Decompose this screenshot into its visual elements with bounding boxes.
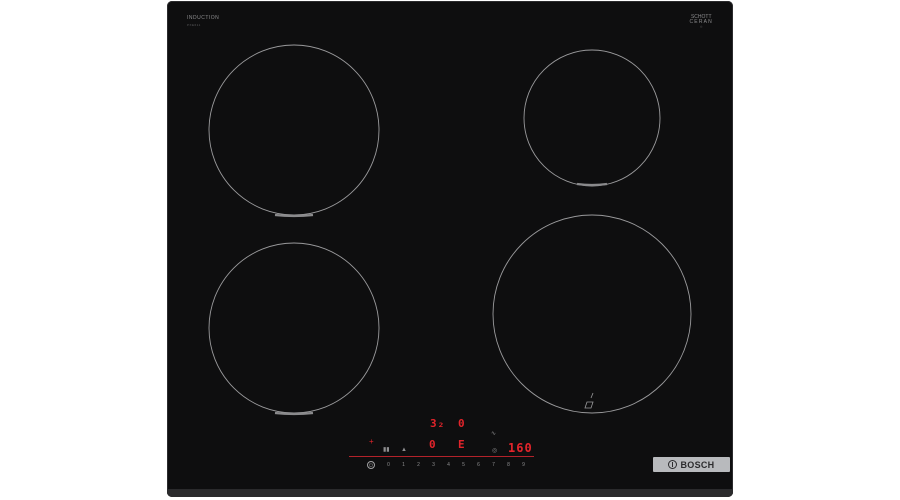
cooking-zone-front-right-large [492, 214, 692, 414]
power-scale[interactable]: 0 1 2 3 4 5 6 7 8 9 [381, 462, 531, 468]
power-level[interactable]: 0 [381, 462, 396, 468]
frying-sensor-icon[interactable]: ◎ [492, 448, 497, 454]
power-level[interactable]: 2 [411, 462, 426, 468]
power-level[interactable]: 9 [516, 462, 531, 468]
zone-marker-top-left [274, 213, 314, 218]
timer-display-top-left: 3₂ [430, 417, 446, 430]
cooktop-frame [167, 489, 733, 497]
power-level[interactable]: 1 [396, 462, 411, 468]
cooktop-glass: INDUCTION PXE611 SCHOTT CERAN ® 3₂ 0 0 E… [167, 1, 733, 497]
zone-select-icon[interactable]: + [369, 438, 374, 446]
bosch-brand-text: BOSCH [680, 459, 715, 470]
cooking-zone-rear-right [523, 49, 661, 187]
power-level[interactable]: 7 [486, 462, 501, 468]
power-icon[interactable]: ⏻ [367, 461, 375, 469]
sensor-icon[interactable]: ∿ [491, 431, 496, 437]
zone-marker-top-right [576, 182, 608, 187]
power-level[interactable]: 6 [471, 462, 486, 468]
lock-icon[interactable]: ▮▮ [383, 447, 390, 453]
timer-display-bottom-left: 0 [429, 438, 437, 451]
power-slider[interactable]: ⏻ 0 1 2 3 4 5 6 7 8 9 [367, 460, 537, 470]
temperature-display: 160 [508, 441, 533, 455]
power-level[interactable]: 3 [426, 462, 441, 468]
power-level[interactable]: 4 [441, 462, 456, 468]
timer-display-bottom-right: E [458, 438, 466, 451]
bosch-badge: BOSCH [653, 457, 730, 472]
timer-display-top-right: 0 [458, 417, 466, 430]
timer-icon[interactable]: ▲ [401, 447, 407, 453]
bosch-logo-icon [668, 460, 678, 469]
slider-line [349, 456, 534, 457]
zone-marker-bottom-left [274, 411, 314, 416]
cooking-zones [208, 44, 692, 416]
cooking-zone-front-left-top [208, 44, 380, 216]
power-level[interactable]: 5 [456, 462, 471, 468]
cooking-zone-front-left [208, 242, 380, 414]
power-level[interactable]: 8 [501, 462, 516, 468]
pan-sensor-icon [584, 392, 594, 409]
